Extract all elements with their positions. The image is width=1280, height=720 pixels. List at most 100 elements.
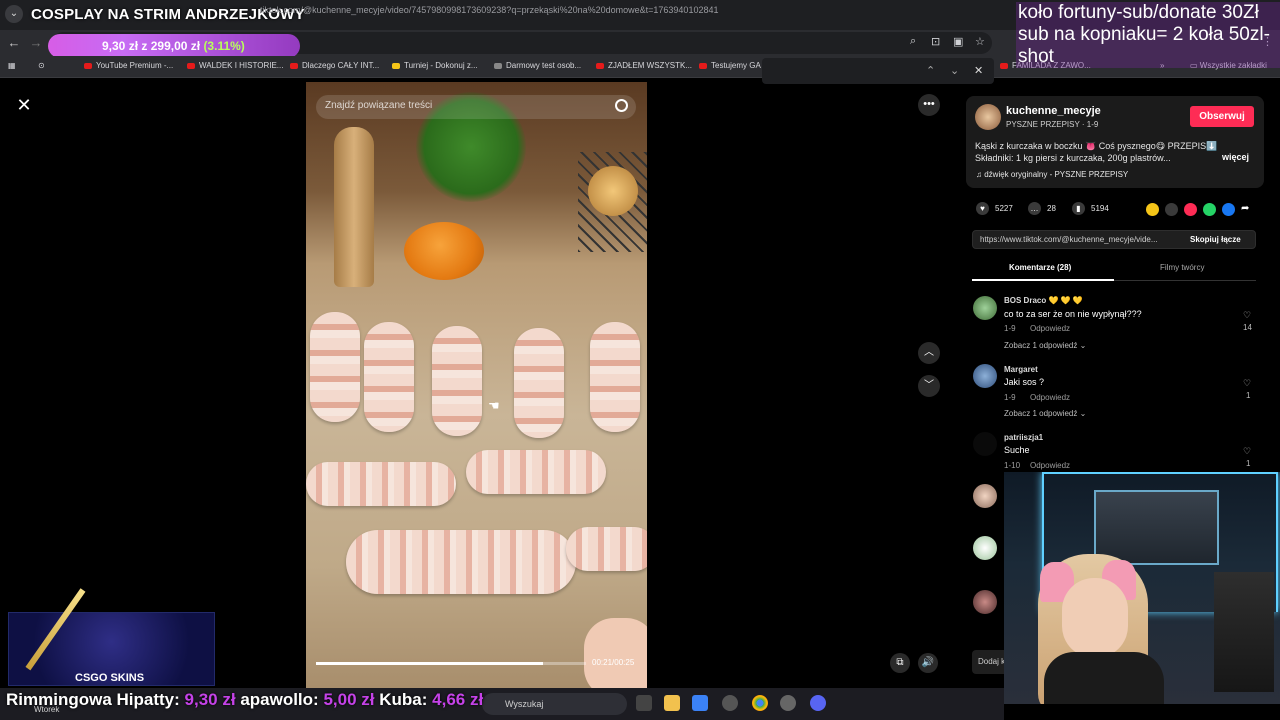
comment-avatar[interactable] [973, 590, 997, 614]
back-icon[interactable]: ← [6, 35, 22, 51]
tab-comments[interactable]: Komentarze (28) [1009, 263, 1071, 272]
comment-date: 1-9 [1004, 393, 1016, 402]
comment-count: 28 [1047, 204, 1056, 213]
whatsapp-icon[interactable] [1203, 203, 1216, 216]
tab-list-chevron-icon[interactable]: ⌄ [5, 5, 23, 23]
store-icon[interactable] [692, 695, 708, 711]
find-up-icon[interactable]: ⌃ [926, 64, 935, 77]
taskbar-search[interactable] [482, 693, 627, 715]
bookmark-icon[interactable]: ▮ [1072, 202, 1085, 215]
comment-reply-button[interactable]: Odpowiedz [1030, 461, 1070, 470]
previous-video-icon[interactable]: ︿ [918, 342, 940, 364]
discord-icon[interactable] [810, 695, 826, 711]
facebook-icon[interactable] [1222, 203, 1235, 216]
comment-heart-icon[interactable]: ♡ [1243, 378, 1251, 389]
view-replies-button[interactable]: Zobacz 1 odpowiedź ⌄ [1004, 341, 1086, 350]
comment-avatar[interactable] [973, 484, 997, 508]
settings-icon[interactable] [780, 695, 796, 711]
follow-button[interactable]: Obserwuj [1190, 106, 1254, 127]
find-down-icon[interactable]: ⌄ [950, 64, 959, 77]
creator-username[interactable]: kuchenne_mecyje [1006, 105, 1101, 117]
more-options-icon[interactable]: ••• [918, 94, 940, 116]
bookmark-item[interactable]: WALDEK I HISTORIE... [187, 61, 283, 70]
comment-reply-button[interactable]: Odpowiedz [1030, 324, 1070, 333]
streamer-body [1044, 652, 1164, 704]
comment-icon[interactable]: … [1028, 202, 1041, 215]
picture-in-picture-icon[interactable]: ⧉ [890, 653, 910, 673]
zoom-icon[interactable]: ⌕ [910, 35, 916, 48]
find-in-page-bar[interactable]: ⌃ ⌄ ✕ [762, 58, 994, 84]
comment-username[interactable]: patriiszja1 [1004, 433, 1043, 442]
comment-avatar[interactable] [973, 432, 997, 456]
creator-avatar[interactable] [975, 104, 1001, 130]
file-explorer-icon[interactable] [664, 695, 680, 711]
install-icon[interactable]: ⊡ [931, 35, 940, 48]
comment-heart-icon[interactable]: ♡ [1243, 310, 1251, 321]
sound-link[interactable]: ♫ dźwięk oryginalny - PYSZNE PRZEPISY [976, 170, 1128, 179]
video-player[interactable] [306, 82, 647, 688]
related-search-placeholder: Znajdź powiązane treści [325, 100, 433, 111]
comment-text: Suche [1004, 445, 1030, 455]
share-coin-icon[interactable] [1146, 203, 1159, 216]
stream-overlay-message: koło fortuny-sub/donate 30Zł sub na kopn… [1016, 2, 1280, 68]
comment-like-count: 1 [1246, 459, 1251, 468]
creator-subname: PYSZNE PRZEPISY · 1-9 [1006, 120, 1099, 129]
hand-image [584, 618, 647, 688]
next-video-icon[interactable]: ﹀ [918, 375, 940, 397]
comment-username[interactable]: BOS Draco 💛 💛 💛 [1004, 296, 1083, 305]
donation-goal-text: 9,30 zł z 299,00 zł (3.11%) [102, 39, 245, 53]
ticker-name: Rimmingowa Hipatty: [6, 690, 180, 709]
volume-icon[interactable]: 🔊 [918, 653, 938, 673]
close-icon[interactable]: ✕ [13, 94, 35, 116]
bacon-roll-image [364, 322, 414, 432]
chrome-icon[interactable] [752, 695, 768, 711]
view-replies-button[interactable]: Zobacz 1 odpowiedź ⌄ [1004, 409, 1086, 418]
share-friends-icon[interactable] [1184, 203, 1197, 216]
like-count: 5227 [995, 204, 1013, 213]
comment-date: 1-9 [1004, 324, 1016, 333]
mouse-cursor-icon: ☚ [488, 398, 500, 413]
copy-link-button[interactable]: Skopiuj łącze [1190, 235, 1241, 244]
video-progress-bar[interactable] [316, 662, 586, 665]
bookmark-star-icon[interactable]: ☆ [975, 35, 985, 48]
comment-like-count: 14 [1243, 323, 1252, 332]
bacon-roll-image [566, 527, 647, 571]
video-time: 00:21/00:25 [592, 658, 635, 667]
forward-icon[interactable]: → [28, 35, 44, 51]
apps-grid-icon[interactable]: ▦ [8, 61, 16, 70]
url-text: tiktok.com/@kuchenne_mecyje/video/745798… [260, 5, 719, 15]
extension-icon[interactable]: ▣ [953, 35, 963, 48]
find-close-icon[interactable]: ✕ [974, 64, 983, 77]
comment-avatar[interactable] [973, 296, 997, 320]
tab-creator-videos[interactable]: Filmy twórcy [1160, 263, 1204, 272]
monitor-image [1094, 490, 1219, 565]
pumpkin-image [404, 222, 484, 280]
comment-username[interactable]: Margaret [1004, 365, 1038, 374]
comment-reply-button[interactable]: Odpowiedz [1030, 393, 1070, 402]
comment-avatar[interactable] [973, 536, 997, 560]
donation-ticker: Rimmingowa Hipatty: 9,30 zł apawollo: 5,… [6, 690, 483, 710]
search-icon[interactable] [615, 99, 628, 112]
bookmark-icon[interactable]: ⊙ [38, 61, 45, 70]
app-icon[interactable] [722, 695, 738, 711]
comment-heart-icon[interactable]: ♡ [1243, 446, 1251, 457]
bookmark-item[interactable]: Testujemy GA [699, 61, 761, 70]
active-tab-indicator [972, 279, 1114, 281]
share-arrow-icon[interactable]: ➦ [1241, 203, 1254, 216]
bookmark-item[interactable]: YouTube Premium -... [84, 61, 173, 70]
bookmark-item[interactable]: ZJADŁEM WSZYSTK... [596, 61, 692, 70]
embed-icon[interactable] [1165, 203, 1178, 216]
bacon-roll-image [310, 312, 360, 422]
bookmark-item[interactable]: Darmowy test osob... [494, 61, 581, 70]
description-more-link[interactable]: więcej [1222, 152, 1249, 162]
comment-text: co to za ser że on nie wypłynął??? [1004, 309, 1142, 319]
save-count: 5194 [1091, 204, 1109, 213]
bacon-roll-image [432, 326, 482, 436]
heart-icon[interactable]: ♥ [976, 202, 989, 215]
task-view-icon[interactable] [636, 695, 652, 711]
comment-avatar[interactable] [973, 364, 997, 388]
bacon-roll-image [306, 462, 456, 506]
bookmark-item[interactable]: Turniej - Dokonuj z... [392, 61, 478, 70]
pepper-grinder-image [334, 127, 374, 287]
bookmark-item[interactable]: Dlaczego CAŁY INT... [290, 61, 379, 70]
